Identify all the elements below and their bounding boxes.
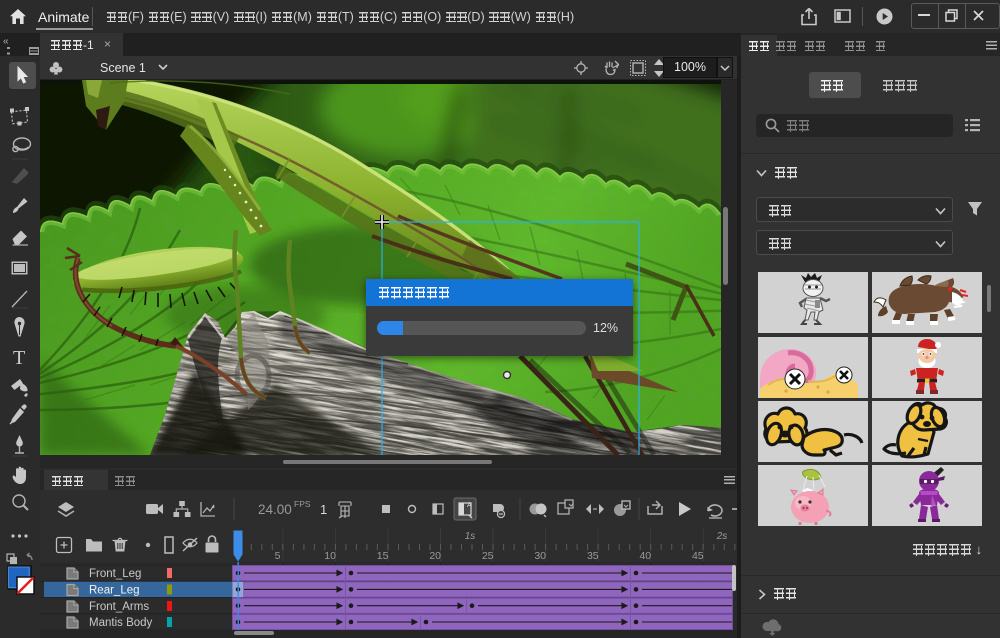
svg-text:Rear_Leg: Rear_Leg bbox=[89, 585, 140, 597]
svg-text:1: 1 bbox=[320, 502, 327, 517]
svg-text:Front_Leg: Front_Leg bbox=[89, 568, 141, 580]
svg-text:24.00: 24.00 bbox=[258, 502, 292, 517]
svg-text:5: 5 bbox=[275, 550, 281, 562]
svg-text:Mantis Body: Mantis Body bbox=[89, 617, 153, 629]
svg-text:35: 35 bbox=[587, 550, 599, 562]
svg-text:A: A bbox=[467, 502, 472, 509]
svg-text:15: 15 bbox=[377, 550, 389, 562]
svg-text:45: 45 bbox=[692, 550, 704, 562]
svg-text:20: 20 bbox=[429, 550, 441, 562]
svg-text:1s: 1s bbox=[465, 531, 476, 542]
svg-text:Front_Arms: Front_Arms bbox=[89, 601, 149, 613]
svg-text:2s: 2s bbox=[716, 531, 728, 542]
svg-text:FPS: FPS bbox=[294, 499, 311, 509]
svg-text:40: 40 bbox=[639, 550, 651, 562]
svg-text:10: 10 bbox=[324, 550, 336, 562]
svg-text:25: 25 bbox=[482, 550, 494, 562]
svg-text:30: 30 bbox=[534, 550, 546, 562]
svg-text:T: T bbox=[13, 347, 25, 369]
